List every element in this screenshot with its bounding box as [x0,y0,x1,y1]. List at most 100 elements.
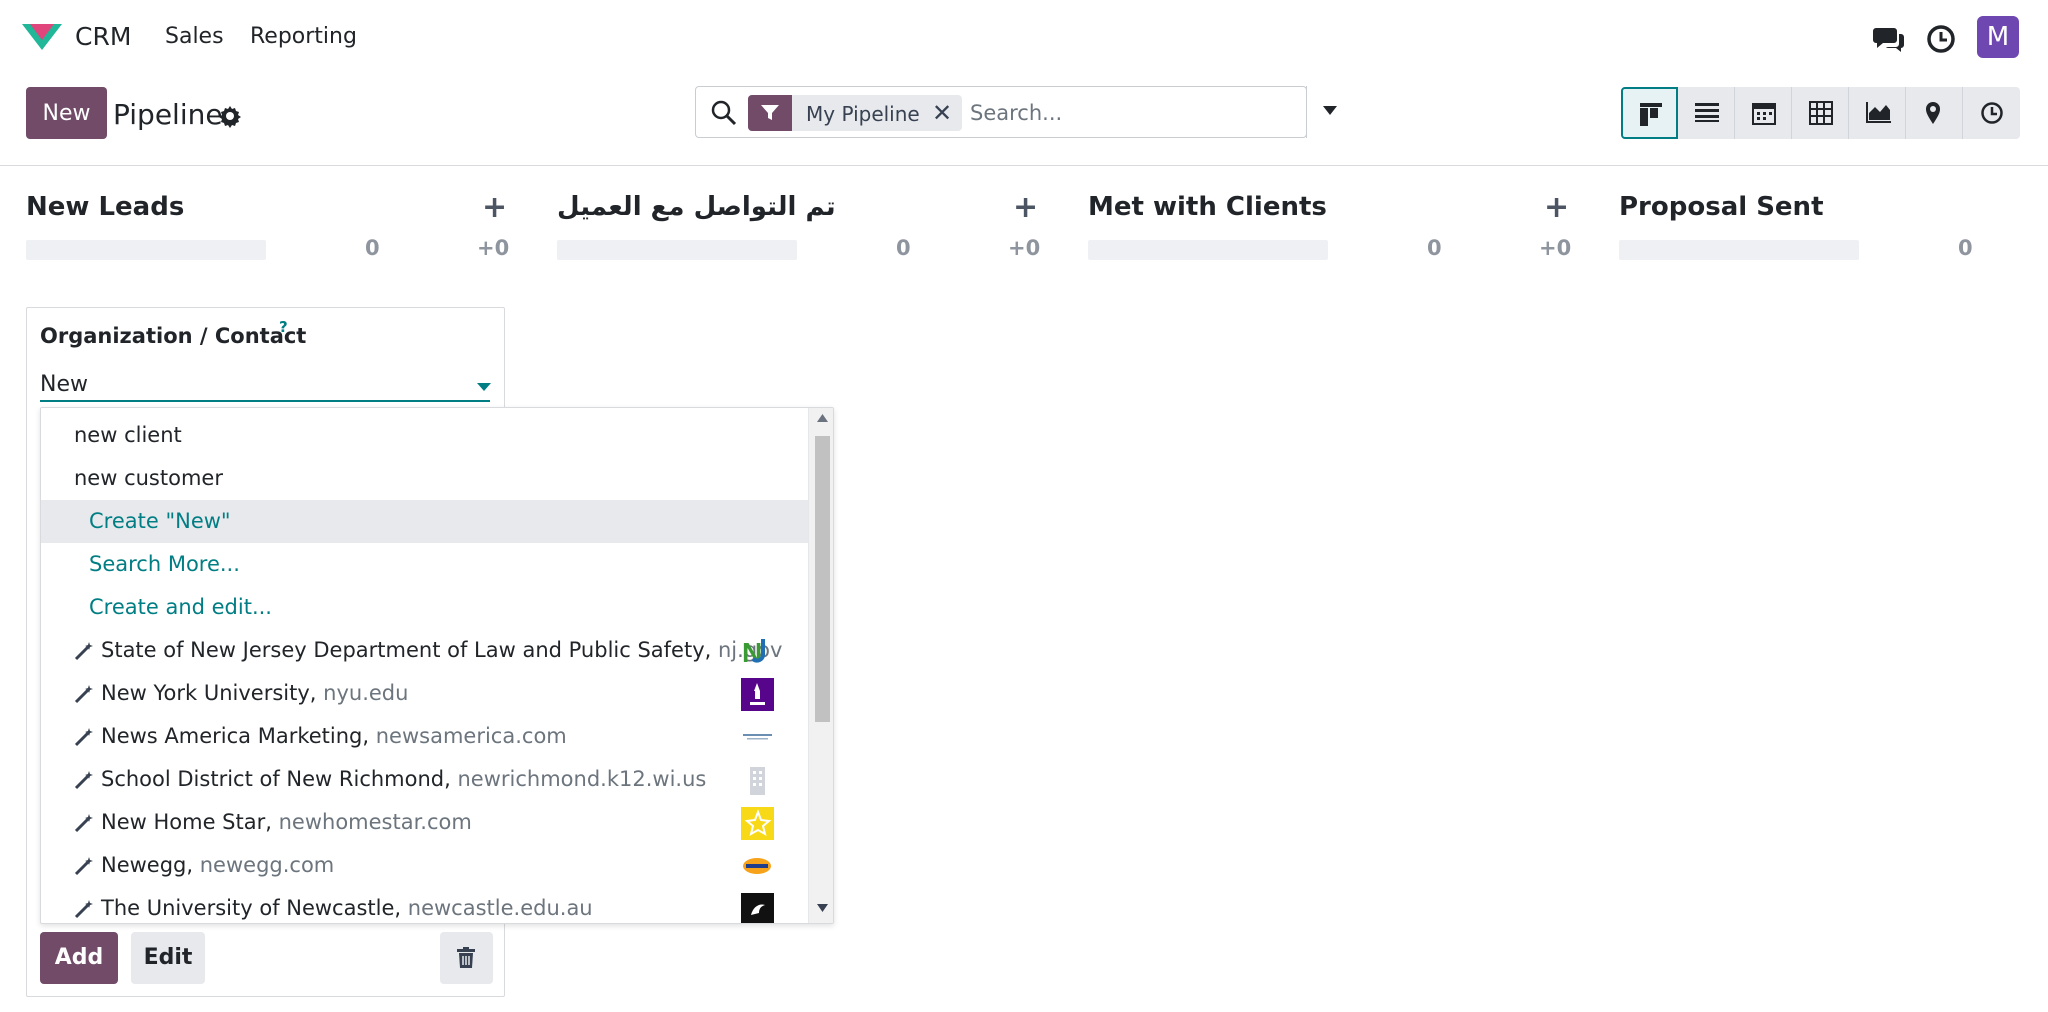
autocomplete-record-item[interactable]: new client [41,414,808,457]
menu-reporting[interactable]: Reporting [250,24,357,49]
control-panel: New Pipeline My Pipeline ✕ [0,74,2048,166]
column-title: تم التواصل مع العميل [557,192,836,222]
column-sum: +0 [477,236,510,260]
column-quick-add-button[interactable]: + [482,190,507,225]
pivot-view-button[interactable] [1792,87,1849,139]
svg-text:N: N [742,637,762,668]
search-more-option[interactable]: Search More... [41,543,808,586]
newhomestar-logo-icon [741,807,774,840]
company-suggestion-item[interactable]: Newegg, newegg.com [41,844,808,887]
column-title: New Leads [26,192,185,222]
activity-icon [1981,102,2003,124]
search-facet: My Pipeline ✕ [748,95,962,131]
magic-wand-icon [74,771,93,790]
gear-icon[interactable] [218,104,242,128]
company-domain: newrichmond.k12.wi.us [457,767,707,791]
company-suggestion-item[interactable]: School District of New Richmond, newrich… [41,758,808,801]
filter-icon [748,95,792,131]
graph-icon [1866,102,1891,123]
column-count: 0 [365,236,380,260]
company-domain: nyu.edu [323,681,409,705]
column-sum: +0 [1539,236,1572,260]
top-navbar: CRM Sales Reporting M [0,0,2048,74]
kanban-icon [1640,103,1662,126]
caret-down-icon[interactable] [477,383,491,392]
column-sum: +0 [1008,236,1041,260]
nj-logo-icon: N [742,637,765,668]
map-view-button[interactable] [1906,87,1963,139]
column-title: Proposal Sent [1619,192,1824,222]
column-progress-bar[interactable] [557,240,797,260]
column-title: Met with Clients [1088,192,1327,222]
kanban-view-button[interactable] [1621,87,1678,139]
search-icon[interactable] [710,99,738,127]
column-progress-bar[interactable] [1088,240,1328,260]
dropdown-scrollbar[interactable] [808,408,833,923]
new-button[interactable]: New [26,87,107,139]
column-quick-add-button[interactable]: + [1544,190,1569,225]
kanban-column-met-with-clients: Met with Clients + 0 +0 [1088,166,1572,1012]
scroll-down-arrow-icon[interactable] [817,904,828,912]
user-avatar[interactable]: M [1977,16,2019,58]
magic-wand-icon [74,857,93,876]
clock-icon[interactable] [1924,22,1958,56]
column-progress-bar[interactable] [26,240,266,260]
autocomplete-record-item[interactable]: new customer [41,457,808,500]
company-name: New York University, [101,681,317,705]
facet-label: My Pipeline [806,102,920,126]
create-new-option[interactable]: Create "New" [41,500,808,543]
app-name[interactable]: CRM [75,22,131,51]
company-name: Newegg, [101,853,194,877]
building-logo-icon [750,767,765,795]
edit-button[interactable]: Edit [131,932,205,984]
activity-view-button[interactable] [1963,87,2020,139]
chat-icon[interactable] [1872,22,1906,56]
company-suggestion-item[interactable]: State of New Jersey Department of Law an… [41,629,808,672]
kanban-column-proposal-sent: Proposal Sent 0 [1619,166,2048,1012]
company-suggestion-item[interactable]: News America Marketing, newsamerica.com [41,715,808,758]
add-button[interactable]: Add [40,932,118,984]
create-and-edit-option[interactable]: Create and edit... [41,586,808,629]
search-input[interactable] [968,96,1268,130]
search-options-toggle[interactable] [1306,86,1353,138]
magic-wand-icon [74,685,93,704]
facet-close-icon[interactable]: ✕ [932,99,952,127]
calendar-view-button[interactable] [1735,87,1792,139]
menu-sales[interactable]: Sales [165,24,224,49]
newcastle-logo-icon [741,893,774,923]
company-domain: newhomestar.com [278,810,472,834]
company-name: News America Marketing, [101,724,370,748]
search-bar: My Pipeline ✕ [695,86,1337,138]
autocomplete-list: new client new customer Create "New" Sea… [41,408,808,923]
list-view-button[interactable] [1678,87,1735,139]
trash-icon [457,947,475,968]
crm-logo-icon[interactable] [20,20,64,54]
company-domain: newegg.com [199,853,335,877]
company-name: New Home Star, [101,810,272,834]
company-suggestion-item[interactable]: New Home Star, newhomestar.com [41,801,808,844]
page-title: Pipeline [113,98,223,131]
autocomplete-dropdown: new client new customer Create "New" Sea… [40,407,834,924]
company-suggestion-item[interactable]: The University of Newcastle, newcastle.e… [41,887,808,923]
graph-view-button[interactable] [1849,87,1906,139]
column-count: 0 [1958,236,1973,260]
scroll-thumb[interactable] [815,436,830,722]
company-domain: newcastle.edu.au [407,896,593,920]
view-switcher [1621,87,2024,139]
organization-contact-input[interactable] [40,368,490,402]
newsamerica-logo-icon [743,734,772,740]
company-name: The University of Newcastle, [101,896,402,920]
scroll-up-arrow-icon[interactable] [817,414,828,422]
discard-button[interactable] [440,932,493,984]
list-icon [1695,103,1719,122]
column-count: 0 [1427,236,1442,260]
company-suggestion-item[interactable]: New York University, nyu.edu [41,672,808,715]
column-progress-bar[interactable] [1619,240,1859,260]
nyu-logo-icon [741,678,774,711]
caret-down-icon [1323,106,1337,115]
company-name: School District of New Richmond, [101,767,451,791]
magic-wand-icon [74,728,93,747]
magic-wand-icon [74,642,93,661]
help-tooltip-icon[interactable]: ? [279,318,288,336]
column-quick-add-button[interactable]: + [1013,190,1038,225]
